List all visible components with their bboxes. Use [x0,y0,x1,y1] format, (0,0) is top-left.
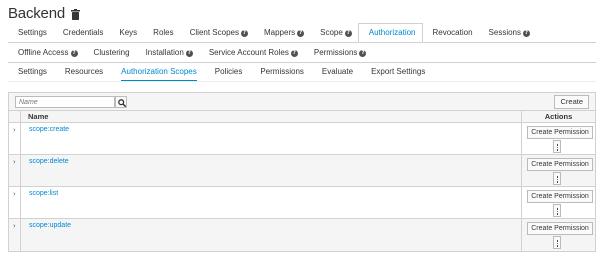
table-toolbar: Create [9,93,595,111]
chevron-right-icon: › [13,190,16,198]
tab-keys[interactable]: Keys [109,23,143,43]
row-expand-toggle[interactable]: › [9,155,21,186]
tab-label: Settings [18,28,47,37]
table-header: Name Actions [9,111,595,123]
tab-label: Installation [145,48,184,57]
scope-name-link[interactable]: scope:delete [29,158,69,165]
page-header: Backend [8,3,80,23]
kebab-icon[interactable] [553,204,561,217]
table-row: › scope:list Create Permission [9,187,595,219]
tab-label: Offline Access [18,48,69,57]
tab-permissions[interactable]: Permissions? [304,43,373,63]
tab-clustering[interactable]: Clustering [84,43,136,63]
question-circle-icon[interactable]: ? [290,50,298,57]
create-permission-button[interactable]: Create Permission [527,158,593,171]
tab-roles[interactable]: Roles [143,23,179,43]
tab-label: Keys [119,28,138,37]
search-button[interactable] [115,96,127,108]
subtab-policies[interactable]: Policies [206,63,252,81]
row-actions: Create Permission [521,123,595,154]
tab-mappers[interactable]: Mappers? [254,23,310,43]
tab-sessions[interactable]: Sessions? [479,23,536,43]
tab-settings[interactable]: Settings [8,23,53,43]
question-circle-icon[interactable]: ? [523,30,530,37]
page-title: Backend [8,4,65,22]
subtabs-divider [8,81,596,82]
question-circle-icon[interactable]: ? [240,30,248,37]
column-header-name: Name [28,112,49,121]
tab-service-account-roles[interactable]: Service Account Roles? [199,43,304,63]
chevron-right-icon: › [13,126,16,134]
question-circle-icon[interactable]: ? [359,50,367,57]
subtab-authorization-scopes[interactable]: Authorization Scopes [112,63,206,82]
client-tabs-row-1: Settings Credentials Keys Roles Client S… [8,23,596,43]
question-circle-icon[interactable]: ? [344,30,352,37]
subtab-export-settings[interactable]: Export Settings [362,63,434,81]
search-icon [118,99,126,107]
authorization-subtabs: Settings Resources Authorization Scopes … [8,63,434,82]
subtab-evaluate[interactable]: Evaluate [313,63,362,81]
tab-client-scopes[interactable]: Client Scopes? [180,23,254,43]
tab-label: Authorization [368,28,416,37]
kebab-icon[interactable] [553,236,561,249]
row-expand-toggle[interactable]: › [9,123,21,154]
scopes-table: Create Name Actions › scope:create Creat… [8,92,596,252]
table-row: › scope:delete Create Permission [9,155,595,187]
tab-credentials[interactable]: Credentials [53,23,109,43]
row-expand-toggle[interactable]: › [9,219,21,251]
tab-label: Credentials [62,28,104,37]
tab-authorization[interactable]: Authorization [357,23,423,43]
kebab-icon[interactable] [553,172,561,185]
subtab-resources[interactable]: Resources [56,63,112,81]
question-circle-icon[interactable]: ? [185,50,193,57]
tab-label: Revocation [432,28,473,37]
kebab-icon[interactable] [553,140,561,153]
chevron-right-icon: › [13,222,16,230]
row-actions: Create Permission [521,187,595,218]
scope-name-link[interactable]: scope:create [29,126,69,133]
row-expand-toggle[interactable]: › [9,187,21,218]
create-permission-button[interactable]: Create Permission [527,190,593,203]
question-circle-icon[interactable]: ? [297,30,305,37]
row-actions: Create Permission [521,219,595,251]
create-permission-button[interactable]: Create Permission [527,126,593,139]
subtab-settings[interactable]: Settings [8,63,56,81]
create-scope-button[interactable]: Create [554,95,589,109]
row-actions: Create Permission [521,155,595,186]
subtab-permissions[interactable]: Permissions [251,63,313,81]
tab-offline-access[interactable]: Offline Access? [8,43,84,63]
column-header-actions: Actions [521,111,595,122]
tab-label: Roles [153,28,174,37]
tab-label: Service Account Roles [208,48,289,57]
expand-column-header [9,111,21,122]
tab-label: Scope [320,28,343,37]
table-row: › scope:create Create Permission [9,123,595,155]
client-tabs-row-2: Offline Access? Clustering Installation?… [8,43,596,63]
chevron-right-icon: › [13,158,16,166]
tab-installation[interactable]: Installation? [136,43,199,63]
tab-label: Sessions [488,28,521,37]
create-permission-button[interactable]: Create Permission [527,222,593,235]
tab-revocation[interactable]: Revocation [423,23,479,43]
scope-name-link[interactable]: scope:update [29,222,71,229]
tab-label: Client Scopes [189,28,239,37]
scope-name-link[interactable]: scope:list [29,190,58,197]
trash-icon[interactable] [70,8,80,20]
tab-label: Clustering [93,48,130,57]
question-circle-icon[interactable]: ? [70,50,78,57]
search-input[interactable] [15,96,115,108]
tab-label: Mappers [263,28,296,37]
tab-label: Permissions [313,48,358,57]
tab-scope[interactable]: Scope? [310,23,358,43]
client-tabs: Settings Credentials Keys Roles Client S… [8,23,596,63]
table-row: › scope:update Create Permission [9,219,595,251]
